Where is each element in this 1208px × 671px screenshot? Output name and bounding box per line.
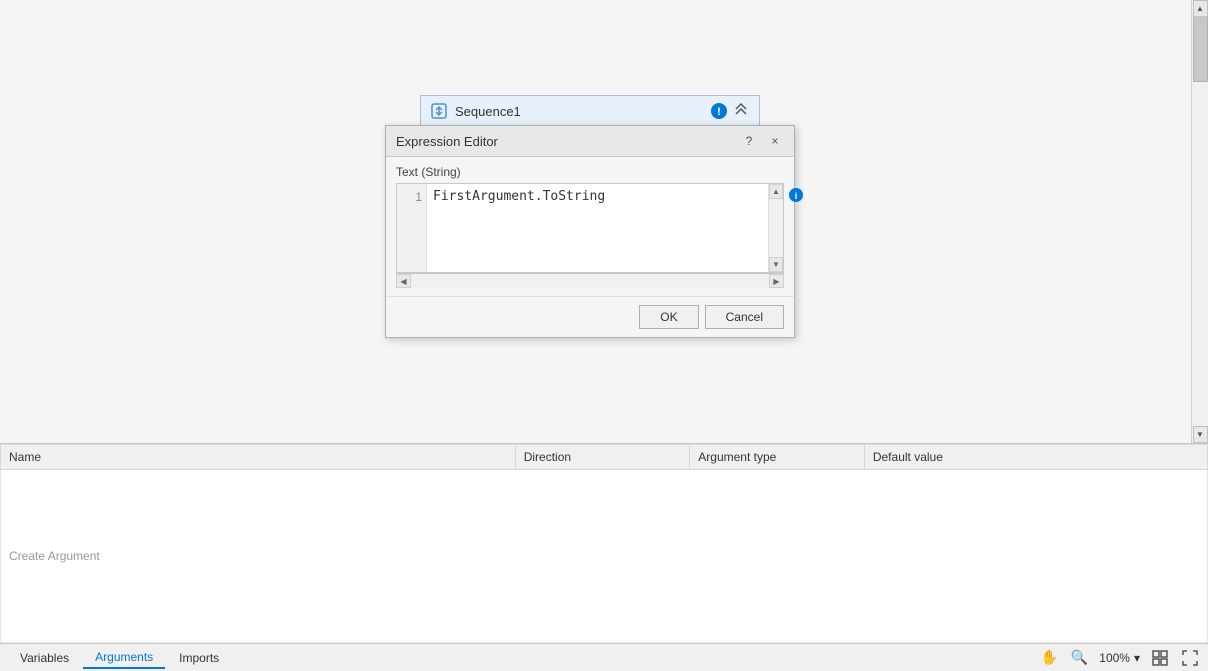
tab-arguments[interactable]: Arguments [83, 647, 165, 669]
editor-info-icon[interactable]: i [788, 187, 804, 203]
editor-content[interactable]: FirstArgument.ToString [427, 184, 768, 272]
bottom-bar: Variables Arguments Imports ✋ 🔍 100% ▾ [0, 643, 1208, 671]
zoom-controls: 100% ▾ [1099, 651, 1140, 665]
col-header-name: Name [1, 445, 516, 470]
right-scrollbar[interactable]: ▲ ▼ [1191, 0, 1208, 443]
create-argument-row[interactable]: Create Argument [1, 470, 1208, 643]
expression-editor-container[interactable]: 1 FirstArgument.ToString ▲ ▼ [396, 183, 784, 273]
editor-hscroll[interactable]: ◀ ▶ [396, 273, 784, 288]
col-header-direction: Direction [515, 445, 690, 470]
table-header-row: Name Direction Argument type Default val… [1, 445, 1208, 470]
hscroll-right[interactable]: ▶ [769, 274, 784, 288]
sequence-icon [429, 101, 449, 121]
editor-vscroll[interactable]: ▲ ▼ [768, 184, 783, 272]
tab-variables[interactable]: Variables [8, 647, 81, 669]
scroll-up-arrow[interactable]: ▲ [1193, 0, 1208, 17]
svg-text:i: i [795, 191, 798, 201]
sequence-collapse-icon[interactable] [731, 101, 751, 121]
fit-icon[interactable] [1150, 648, 1170, 668]
dialog-footer: OK Cancel [386, 296, 794, 337]
expression-editor-dialog: Expression Editor ? × Text (String) 1 Fi… [385, 125, 795, 338]
zoom-dropdown-button[interactable]: ▾ [1134, 651, 1140, 665]
dialog-titlebar: Expression Editor ? × [386, 126, 794, 157]
editor-scroll-down[interactable]: ▼ [769, 257, 783, 272]
tab-imports[interactable]: Imports [167, 647, 231, 669]
editor-gutter: 1 [397, 184, 427, 272]
dialog-controls: ? × [740, 132, 784, 150]
hand-tool-icon[interactable]: ✋ [1039, 648, 1059, 668]
create-argument-cell[interactable]: Create Argument [1, 470, 1208, 643]
dialog-body: Text (String) 1 FirstArgument.ToString ▲… [386, 157, 794, 296]
expression-text: FirstArgument.ToString [433, 189, 605, 204]
sequence-title: Sequence1 [455, 104, 703, 119]
field-label: Text (String) [396, 165, 784, 179]
expand-icon[interactable] [1180, 648, 1200, 668]
sequence-actions: ! [709, 101, 751, 121]
scroll-down-arrow[interactable]: ▼ [1193, 426, 1208, 443]
line-number: 1 [415, 188, 422, 206]
search-icon[interactable]: 🔍 [1069, 648, 1089, 668]
dialog-title: Expression Editor [396, 134, 498, 149]
col-header-argtype: Argument type [690, 445, 865, 470]
bottom-tabs: Variables Arguments Imports [8, 647, 231, 669]
dialog-close-button[interactable]: × [766, 132, 784, 150]
zoom-label: 100% [1099, 651, 1130, 665]
canvas-area: ▲ ▼ Sequence1 ! [0, 0, 1208, 443]
dialog-help-button[interactable]: ? [740, 132, 758, 150]
editor-scroll-up[interactable]: ▲ [769, 184, 783, 199]
cancel-button[interactable]: Cancel [705, 305, 784, 329]
ok-button[interactable]: OK [639, 305, 698, 329]
svg-text:!: ! [717, 106, 721, 118]
sequence-warning-icon[interactable]: ! [709, 101, 729, 121]
sequence-block[interactable]: Sequence1 ! [420, 95, 760, 127]
arguments-panel: Name Direction Argument type Default val… [0, 443, 1208, 643]
hscroll-left[interactable]: ◀ [396, 274, 411, 288]
arguments-table: Name Direction Argument type Default val… [0, 444, 1208, 643]
bottom-right: ✋ 🔍 100% ▾ [1039, 648, 1200, 668]
col-header-default: Default value [864, 445, 1207, 470]
